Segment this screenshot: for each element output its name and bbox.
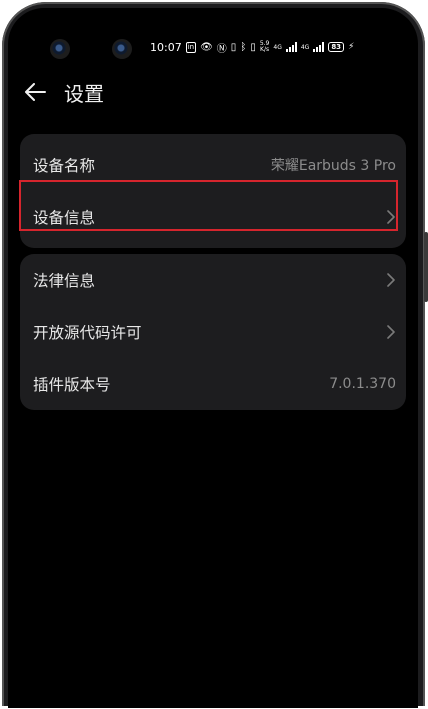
signal-2-icon	[313, 42, 325, 52]
page-title: 设置	[64, 81, 104, 106]
status-time: 10:07	[150, 40, 182, 54]
status-bar: 10:07 in 👁 Ⓝ ▯ ᛒ ▯ 5.9 K/s 4G 4G 83 ⚡	[150, 38, 354, 56]
network-speed: 5.9 K/s	[259, 40, 270, 53]
settings-card-about: 法律信息 开放源代码许可 插件版本号 7.0.1.370	[20, 254, 406, 410]
chevron-right-icon	[387, 210, 395, 224]
chevron-right-icon	[387, 273, 395, 287]
front-camera-icon	[50, 39, 70, 59]
header: 设置	[20, 74, 104, 110]
nfc-icon: Ⓝ	[216, 43, 227, 55]
battery-icon: 83	[328, 42, 345, 52]
back-button[interactable]	[20, 77, 50, 107]
device-name-label: 设备名称	[33, 157, 96, 175]
vibrate-icon: ▯	[230, 41, 237, 53]
device-name-row[interactable]: 设备名称 荣耀Earbuds 3 Pro	[20, 139, 406, 191]
plugin-version-row: 插件版本号 7.0.1.370	[20, 358, 406, 410]
plugin-version-label: 插件版本号	[33, 376, 111, 394]
arrow-left-icon	[25, 83, 46, 101]
legal-info-row[interactable]: 法律信息	[20, 254, 406, 306]
charging-icon: ⚡	[348, 42, 355, 52]
plugin-version-value: 7.0.1.370	[329, 376, 396, 392]
device-info-label: 设备信息	[33, 209, 96, 227]
side-button	[424, 232, 428, 302]
device-name-value: 荣耀Earbuds 3 Pro	[270, 158, 396, 174]
chevron-right-icon	[387, 325, 395, 339]
open-source-license-label: 开放源代码许可	[33, 324, 142, 342]
legal-info-label: 法律信息	[33, 272, 96, 290]
open-source-license-row[interactable]: 开放源代码许可	[20, 306, 406, 358]
headset-icon: ▯	[250, 41, 256, 53]
device-info-row[interactable]: 设备信息	[20, 191, 406, 243]
signal-1-icon	[285, 42, 297, 52]
bluetooth-icon: ᛒ	[240, 41, 247, 53]
signal-type-1: 4G	[273, 43, 282, 51]
eye-comfort-icon: 👁	[200, 41, 213, 53]
signal-type-2: 4G	[300, 43, 310, 51]
settings-card-device: 设备名称 荣耀Earbuds 3 Pro 设备信息	[20, 134, 406, 248]
phone-screen: 10:07 in 👁 Ⓝ ▯ ᛒ ▯ 5.9 K/s 4G 4G 83 ⚡ 设置…	[8, 8, 418, 708]
notification-icon: in	[185, 41, 197, 53]
front-sensor-icon	[112, 39, 132, 59]
